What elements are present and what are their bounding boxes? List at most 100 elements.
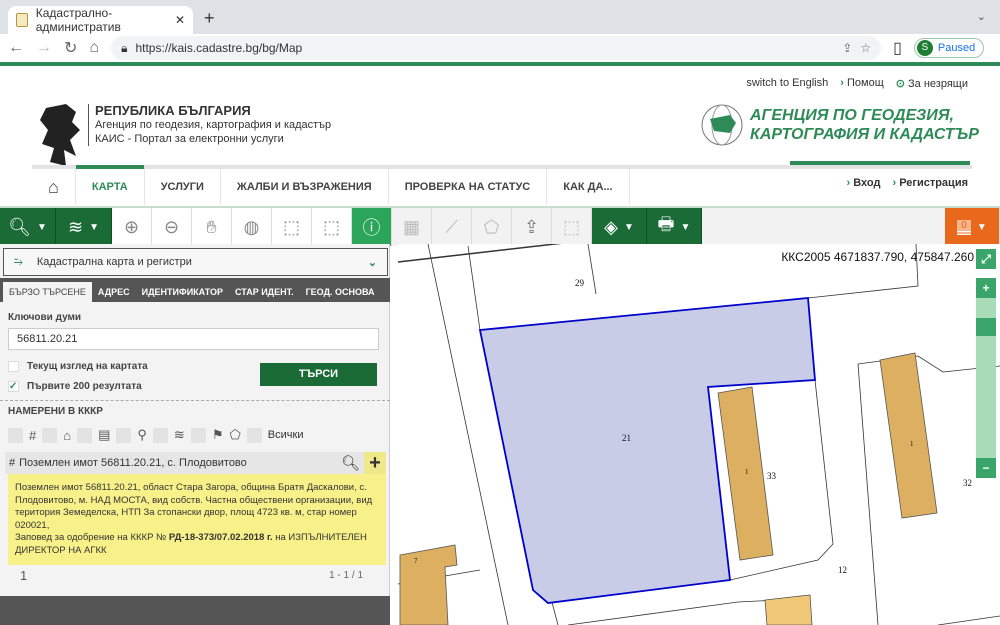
- measure-distance-button[interactable]: ⟋: [432, 208, 472, 246]
- result-count: 1 - 1 / 1: [329, 570, 363, 581]
- ruler-icon: ⟋: [445, 216, 458, 237]
- reload-icon[interactable]: ↻: [64, 38, 77, 58]
- flag-icon: ⚑: [211, 427, 224, 442]
- filter-checkbox[interactable]: [42, 427, 58, 443]
- help-link[interactable]: › Помощ: [840, 77, 884, 90]
- layers-icon: ≋: [68, 216, 84, 237]
- cart-badge: 0: [957, 219, 971, 235]
- nav-complaints[interactable]: ЖАЛБИ И ВЪЗРАЖЕНИЯ: [221, 169, 389, 205]
- browser-tab-bar: Кадастрално-административ ✕ + ⌄: [0, 0, 1000, 34]
- keywords-input[interactable]: 56811.20.21: [8, 328, 379, 350]
- print-button[interactable]: 🖶︎ ▼: [647, 208, 702, 246]
- url-field[interactable]: 🔒︎ https://kais.cadastre.bg/bg/Map ⇪ ☆: [111, 36, 882, 60]
- filter-checkbox[interactable]: [116, 427, 132, 443]
- menu-icon[interactable]: ⋮: [996, 38, 1000, 58]
- page-number[interactable]: 1: [20, 568, 27, 583]
- browser-tab[interactable]: Кадастрално-административ ✕: [8, 6, 193, 34]
- filter-checkbox[interactable]: [77, 427, 93, 443]
- parcel-label: 33: [767, 471, 777, 481]
- tab-geodetic-base[interactable]: ГЕОД. ОСНОВА: [300, 282, 381, 302]
- map-canvas[interactable]: 29 21 1 33 1 32 12 7 ККС2005 4671837.790…: [398, 244, 1000, 625]
- nav-map[interactable]: КАРТА: [75, 165, 145, 205]
- zoom-to-result-icon[interactable]: 🔍︎: [341, 454, 360, 472]
- favicon-icon: [16, 13, 28, 27]
- star-icon[interactable]: ☆: [860, 41, 871, 55]
- chevron-down-icon: ▼: [623, 221, 634, 233]
- nav-how-to[interactable]: КАК ДА...: [547, 169, 630, 205]
- chevron-down-icon: ▼: [89, 221, 99, 233]
- found-title: НАМЕРЕНИ В КККР: [8, 406, 103, 417]
- profile-button[interactable]: S Paused: [913, 38, 985, 58]
- full-extent-button[interactable]: ◍: [232, 208, 272, 246]
- main-nav: ⌂ КАРТА УСЛУГИ ЖАЛБИ И ВЪЗРАЖЕНИЯ ПРОВЕР…: [32, 165, 972, 205]
- tab-quick-search[interactable]: БЪРЗО ТЪРСЕНЕ: [3, 282, 92, 302]
- tab-title: Кадастрално-административ: [35, 6, 121, 34]
- select-area-button[interactable]: ⬚: [552, 208, 592, 246]
- switch-english-link[interactable]: switch to English: [746, 77, 828, 90]
- nav-status-check[interactable]: ПРОВЕРКА НА СТАТУС: [389, 169, 548, 205]
- address-bar: ← → ↻ ⌂ 🔒︎ https://kais.cadastre.bg/bg/Map ⇪ ☆…: [0, 34, 1000, 62]
- login-link[interactable]: › Вход: [847, 177, 881, 189]
- tab-list-chevron-icon[interactable]: ⌄: [977, 10, 986, 23]
- home-icon[interactable]: ⌂: [89, 39, 99, 57]
- result-header[interactable]: # Поземлен имот 56811.20.21, с. Плодовито…: [5, 452, 386, 474]
- forward-icon[interactable]: →: [36, 39, 52, 57]
- tab-old-identifier[interactable]: СТАР ИДЕНТ.: [229, 282, 300, 302]
- fullscreen-button[interactable]: ⤢: [976, 249, 996, 269]
- current-view-checkbox[interactable]: [8, 361, 19, 372]
- zoom-box-out-button[interactable]: ⬚: [312, 208, 352, 246]
- current-view-option[interactable]: Текущ изглед на картата: [8, 361, 148, 372]
- tab-identifier[interactable]: ИДЕНТИФИКАТОР: [136, 282, 229, 302]
- parcel-grid-icon: #: [29, 427, 37, 443]
- search-panel: ⥲ Кадастрална карта и регистри ⌄ БЪРЗО ТЪР…: [0, 244, 390, 625]
- cart-button[interactable]: 0 ▼: [945, 208, 1000, 246]
- layer-info-button[interactable]: ◈ ▼: [592, 208, 647, 246]
- search-tool-button[interactable]: 🔍︎ ▼: [0, 208, 56, 246]
- search-button[interactable]: ТЪРСИ: [260, 363, 377, 386]
- first200-checkbox[interactable]: ✓: [8, 381, 19, 392]
- chevron-down-icon: ⌄: [367, 256, 377, 269]
- accessibility-link[interactable]: ⊙ За незрящи: [896, 77, 968, 90]
- zoom-box-in-button[interactable]: ⬚: [272, 208, 312, 246]
- zoom-out-icon: ⊖: [163, 216, 180, 237]
- info-button[interactable]: ⓘ: [352, 208, 392, 246]
- filter-checkbox[interactable]: [8, 427, 23, 443]
- nav-home[interactable]: ⌂: [32, 169, 76, 205]
- result-text: Поземлен имот 56811.20.21, област Стара …: [15, 482, 373, 531]
- coat-of-arms-logo[interactable]: [36, 100, 84, 170]
- filter-checkbox[interactable]: [152, 427, 168, 443]
- chevron-down-icon: ▼: [976, 221, 987, 233]
- sidepanel-icon[interactable]: ▯: [893, 38, 902, 58]
- register-dropdown[interactable]: ⥲ Кадастрална карта и регистри ⌄: [3, 248, 388, 276]
- filter-all-checkbox[interactable]: [246, 427, 262, 443]
- parcel-label: 29: [575, 278, 585, 288]
- back-icon[interactable]: ←: [8, 39, 24, 57]
- filter-checkbox[interactable]: [190, 427, 206, 443]
- parcel-label: 21: [622, 433, 631, 443]
- zoom-out-map-button[interactable]: −: [976, 458, 996, 478]
- layers-tool-button[interactable]: ≋ ▼: [56, 208, 112, 246]
- first200-option[interactable]: ✓ Първите 200 резултата: [8, 381, 142, 392]
- agency-logo[interactable]: АГЕНЦИЯ ПО ГЕОДЕЗИЯ, КАРТОГРАФИЯ И КАДАСТ…: [700, 103, 979, 147]
- url-text: https://kais.cadastre.bg/bg/Map: [135, 41, 303, 55]
- zoom-in-map-button[interactable]: +: [976, 278, 996, 298]
- zoom-slider-handle[interactable]: [976, 318, 996, 336]
- box-plus-icon: ⬚: [282, 216, 300, 237]
- share-icon[interactable]: ⇪: [842, 41, 852, 55]
- zoom-out-button[interactable]: ⊖: [152, 208, 192, 246]
- nav-services[interactable]: УСЛУГИ: [145, 169, 221, 205]
- zoom-in-button[interactable]: ⊕: [112, 208, 152, 246]
- result-title: Поземлен имот 56811.20.21, с. Плодовитов…: [19, 457, 247, 469]
- new-tab-button[interactable]: +: [204, 8, 215, 29]
- polygon-icon: ⬠: [229, 427, 241, 442]
- add-result-icon[interactable]: +: [364, 452, 386, 474]
- draw-polygon-button[interactable]: ⬠: [472, 208, 512, 246]
- parcel-grid-icon: #: [9, 457, 16, 469]
- pan-button[interactable]: ✋︎: [192, 208, 232, 246]
- measure-area-button[interactable]: ▦: [392, 208, 432, 246]
- cadastral-map[interactable]: 29 21 1 33 1 32 12 7: [398, 244, 1000, 625]
- register-link[interactable]: › Регистрация: [892, 177, 968, 189]
- tab-address[interactable]: АДРЕС: [92, 282, 136, 302]
- upload-button[interactable]: ⇪: [512, 208, 552, 246]
- close-icon[interactable]: ✕: [175, 13, 185, 27]
